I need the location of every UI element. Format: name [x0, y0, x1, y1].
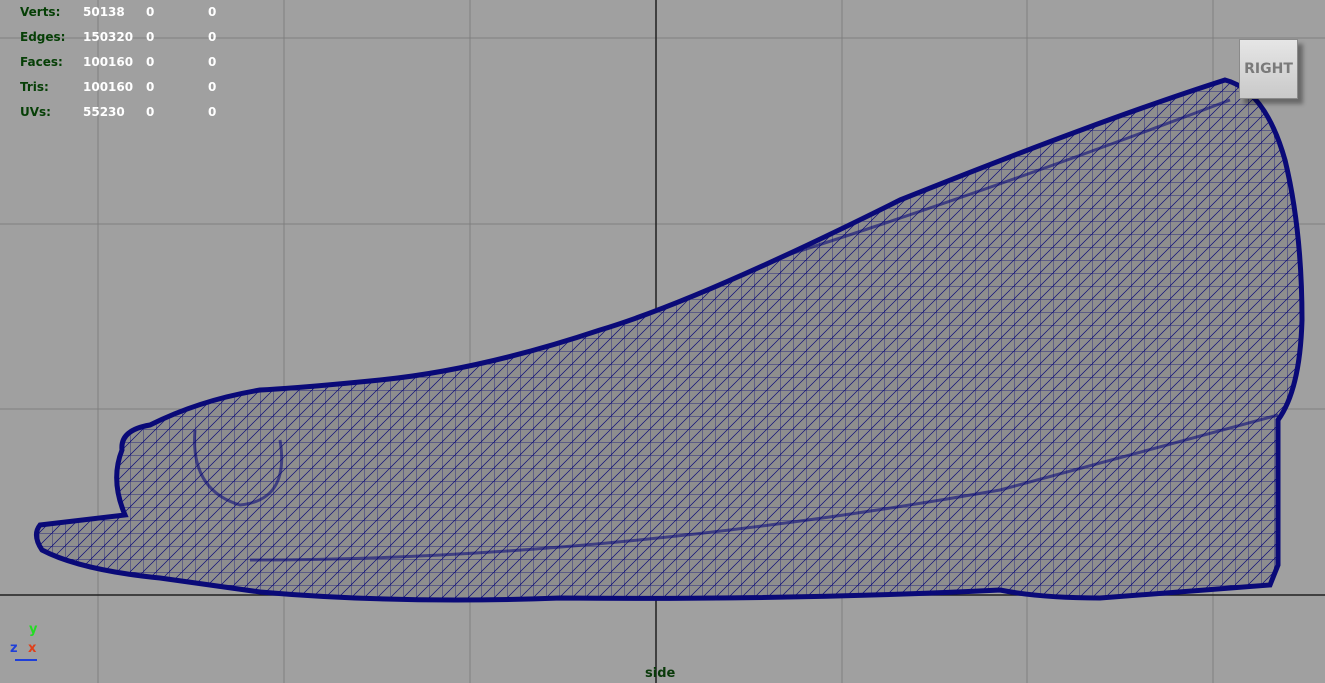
hud-label: Verts:: [20, 5, 61, 19]
hud-value: 0: [208, 80, 217, 94]
hud-value: 0: [208, 30, 217, 44]
hud-value: 0: [146, 5, 155, 19]
axis-y-label: y: [29, 622, 38, 637]
hud-label: Faces:: [20, 55, 63, 69]
hud-label: Tris:: [20, 80, 49, 94]
side-viewport[interactable]: Verts: 50138 0 0 Edges: 150320 0 0 Faces…: [0, 0, 1325, 683]
shoe-mesh[interactable]: [0, 0, 1325, 683]
axis-x-label: x: [28, 641, 37, 656]
hud-value: 50138: [83, 5, 125, 19]
hud-value: 55230: [83, 105, 125, 119]
hud-value: 0: [208, 55, 217, 69]
hud-value: 0: [208, 5, 217, 19]
hud-label: Edges:: [20, 30, 66, 44]
hud-value: 0: [146, 30, 155, 44]
axis-line: [15, 659, 37, 661]
hud-value: 100160: [83, 55, 134, 69]
axis-z-label: z: [10, 641, 18, 656]
hud-value: 0: [146, 55, 155, 69]
camera-name: side: [645, 666, 676, 681]
hud-value: 0: [208, 105, 217, 119]
hud-value: 0: [146, 105, 155, 119]
view-cube-right[interactable]: RIGHT: [1239, 39, 1298, 99]
hud-value: 100160: [83, 80, 134, 94]
hud-value: 0: [146, 80, 155, 94]
hud-label: UVs:: [20, 105, 51, 119]
view-cube-label: RIGHT: [1244, 61, 1293, 77]
axis-indicator: y z x: [10, 622, 50, 662]
hud-value: 150320: [83, 30, 134, 44]
